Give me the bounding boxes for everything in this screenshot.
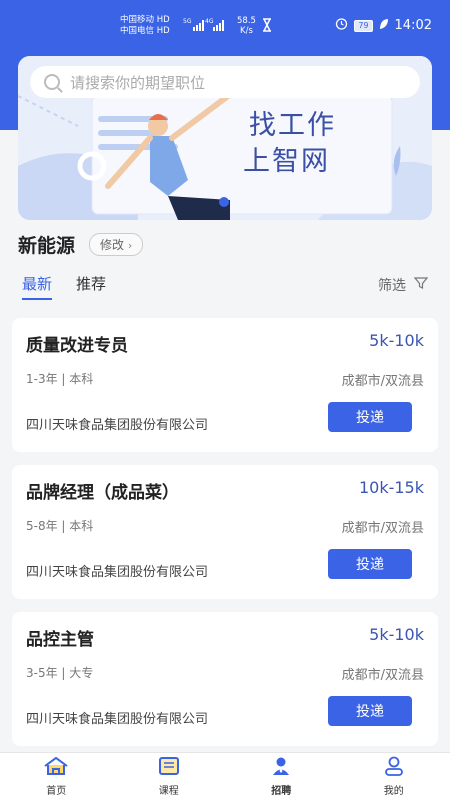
tabbar-label: 课程 <box>158 786 179 797</box>
tabbar-item-course[interactable]: 课程 <box>113 753 226 800</box>
job-company: 四川天味食品集团股份有限公司 <box>26 712 209 727</box>
section-header: 新能源 修改 › <box>18 231 144 258</box>
carrier-2: 中国电信 HD <box>120 26 170 36</box>
job-salary: 10k-15k <box>358 478 424 497</box>
apply-button[interactable]: 投递 <box>328 402 412 432</box>
status-bar: 中国移动 HD 中国电信 HD 5G 4G 58.5 K/s 79 14:02 <box>0 0 450 52</box>
job-title: 品控主管 <box>26 630 94 650</box>
home-icon <box>42 756 70 779</box>
tab-recommended[interactable]: 推荐 <box>76 273 106 300</box>
edit-label: 修改 <box>100 238 125 252</box>
tabbar-item-mine[interactable]: 我的 <box>338 753 450 800</box>
job-requirements: 5-8年 | 本科 <box>26 519 94 533</box>
job-location: 成都市/双流县 <box>341 374 424 389</box>
hero-banner[interactable]: 请搜索你的期望职位 找工作 上智网 <box>18 56 432 220</box>
banner-line-2: 上智网 <box>243 146 330 177</box>
carrier-info: 中国移动 HD 中国电信 HD <box>120 15 170 37</box>
search-icon <box>44 74 60 90</box>
speed-unit: K/s <box>240 26 253 36</box>
banner-line-1: 找工作 <box>249 110 336 141</box>
signal-2-label: 4G <box>205 18 214 25</box>
bottom-tab-bar: 首页 课程 招聘 我的 <box>0 752 450 800</box>
alarm-icon <box>335 17 348 34</box>
job-company: 四川天味食品集团股份有限公司 <box>26 565 209 580</box>
apply-button[interactable]: 投递 <box>328 696 412 726</box>
tabbar-item-recruit[interactable]: 招聘 <box>225 753 338 800</box>
job-title: 质量改进专员 <box>26 336 128 356</box>
filter-label: 筛选 <box>378 278 406 294</box>
job-requirements: 3-5年 | 大专 <box>26 666 94 680</box>
banner-slogan: 找工作 上智网 <box>243 108 336 180</box>
carrier-1: 中国移动 HD <box>120 15 170 25</box>
network-speed: 58.5 K/s <box>237 16 256 36</box>
tabbar-label: 招聘 <box>271 786 292 797</box>
chevron-right-icon: › <box>127 239 133 252</box>
job-card[interactable]: 品牌经理（成品菜） 10k-15k 5-8年 | 本科 成都市/双流县 四川天味… <box>12 465 438 599</box>
section-title: 新能源 <box>18 235 76 257</box>
recruit-icon <box>270 756 292 779</box>
job-list: 质量改进专员 5k-10k 1-3年 | 本科 成都市/双流县 四川天味食品集团… <box>12 318 438 759</box>
user-icon <box>383 756 405 779</box>
job-salary: 5k-10k <box>369 625 424 644</box>
book-icon <box>158 756 180 779</box>
battery-icon: 79 <box>354 19 373 32</box>
status-right: 79 14:02 <box>335 17 432 34</box>
hourglass-icon <box>262 18 272 35</box>
tabbar-label: 首页 <box>46 786 67 797</box>
job-salary: 5k-10k <box>369 331 424 350</box>
speed-value: 58.5 <box>237 16 256 26</box>
job-company: 四川天味食品集团股份有限公司 <box>26 418 209 433</box>
signal-icon: 5G 4G <box>183 17 229 35</box>
clock-time: 14:02 <box>394 18 432 33</box>
job-tabs: 最新 推荐 <box>22 273 106 300</box>
leaf-icon <box>379 18 389 34</box>
tab-latest[interactable]: 最新 <box>22 273 53 300</box>
job-title: 品牌经理（成品菜） <box>26 483 179 503</box>
edit-button[interactable]: 修改 › <box>89 233 144 256</box>
filter-button[interactable]: 筛选 <box>378 275 429 295</box>
filter-icon <box>413 276 429 294</box>
job-location: 成都市/双流县 <box>341 668 424 683</box>
job-location: 成都市/双流县 <box>341 521 424 536</box>
search-placeholder: 请搜索你的期望职位 <box>70 73 206 92</box>
tabbar-label: 我的 <box>383 786 404 797</box>
job-card[interactable]: 质量改进专员 5k-10k 1-3年 | 本科 成都市/双流县 四川天味食品集团… <box>12 318 438 452</box>
tabbar-item-home[interactable]: 首页 <box>0 753 113 800</box>
signal-1-label: 5G <box>183 18 192 25</box>
job-card[interactable]: 品控主管 5k-10k 3-5年 | 大专 成都市/双流县 四川天味食品集团股份… <box>12 612 438 746</box>
search-bar[interactable]: 请搜索你的期望职位 <box>30 66 420 98</box>
job-requirements: 1-3年 | 本科 <box>26 372 94 386</box>
apply-button[interactable]: 投递 <box>328 549 412 579</box>
